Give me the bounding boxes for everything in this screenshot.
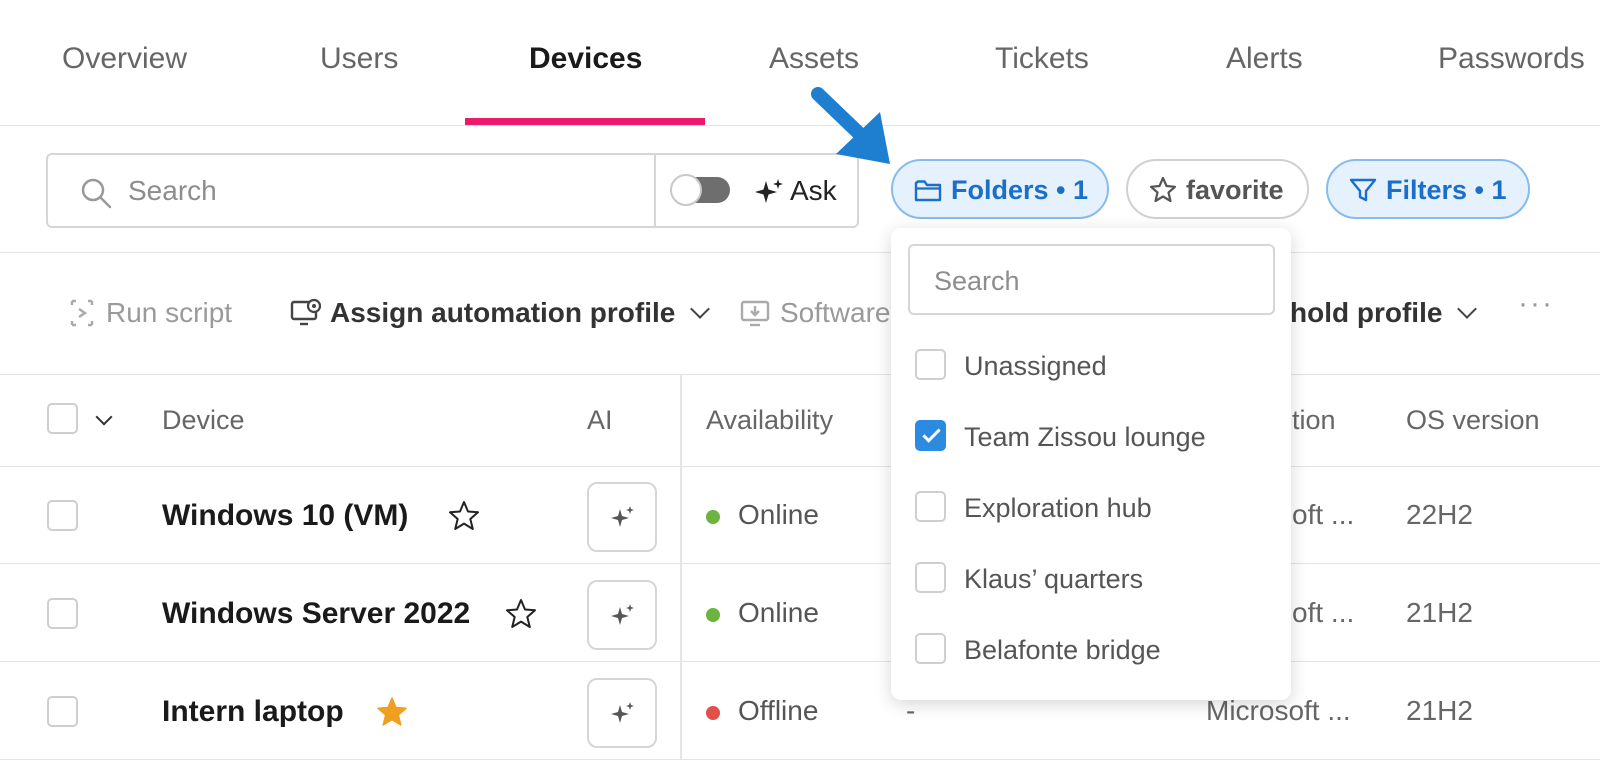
sparkle-icon (611, 506, 634, 527)
online-status-dot (706, 608, 720, 622)
device-name[interactable]: Windows Server 2022 (162, 597, 470, 631)
tab-overview[interactable]: Overview (62, 42, 187, 76)
folder-option-label: Exploration hub (964, 493, 1152, 523)
os-family-cell: oft ... (1292, 597, 1355, 628)
download-monitor-icon (740, 300, 770, 327)
device-name[interactable]: Intern laptop (162, 695, 344, 729)
chevron-down-icon (690, 299, 711, 319)
column-header-ai[interactable]: AI (587, 405, 613, 436)
ai-assist-button[interactable] (587, 580, 657, 650)
search-input[interactable]: Search Ask (46, 153, 859, 228)
folder-search-placeholder: Search (934, 266, 1020, 296)
folder-option[interactable]: Klaus’ quarters (915, 554, 1275, 604)
folder-option[interactable]: Team Zissou lounge (915, 412, 1275, 462)
ai-assist-button[interactable] (587, 482, 657, 552)
chevron-down-icon[interactable] (95, 408, 113, 426)
ai-assist-button[interactable] (587, 678, 657, 748)
table-header: Device AI Availability tion OS version (0, 375, 1600, 467)
folders-chip-label: Folders • 1 (951, 175, 1088, 205)
search-divider (654, 155, 656, 226)
favorite-filter-chip[interactable]: favorite (1126, 159, 1309, 219)
table-row[interactable]: Windows 10 (VM) Online oft ... 22H2 (0, 467, 1600, 564)
column-header-device[interactable]: Device (162, 405, 245, 436)
search-icon (81, 178, 112, 209)
run-script-label: Run script (106, 297, 233, 328)
bulk-actions-bar: Run script Assign automation profile Sof… (0, 253, 1600, 375)
star-filled-icon[interactable] (375, 695, 409, 729)
sparkle-icon (611, 702, 634, 723)
tab-passwords[interactable]: Passwords (1438, 42, 1585, 76)
pointer-arrow-icon (811, 87, 890, 164)
hold-profile-label: hold profile (1290, 297, 1443, 328)
software-label: Software (780, 297, 891, 328)
row-checkbox[interactable] (47, 696, 78, 727)
star-icon (1149, 176, 1177, 203)
tab-alerts[interactable]: Alerts (1226, 42, 1303, 76)
folders-filter-chip[interactable]: Folders • 1 (891, 159, 1109, 219)
availability-status: Offline (738, 695, 819, 726)
folder-checkbox[interactable] (915, 491, 946, 522)
folder-icon (914, 180, 942, 202)
ask-ai-toggle[interactable] (670, 174, 730, 206)
os-family-cell: oft ... (1292, 499, 1355, 530)
os-version-cell: 22H2 (1406, 499, 1473, 530)
folder-checkbox[interactable] (915, 633, 946, 664)
folder-option-label: Klaus’ quarters (964, 564, 1144, 594)
search-placeholder: Search (128, 175, 217, 206)
column-header-location[interactable]: tion (1292, 405, 1336, 436)
os-version-cell: 21H2 (1406, 597, 1473, 628)
folder-option-label: Belafonte bridge (964, 635, 1161, 665)
folder-option[interactable]: Exploration hub (915, 483, 1275, 533)
folder-option[interactable]: Unassigned (915, 341, 1275, 391)
folder-checkbox[interactable] (915, 349, 946, 380)
tab-bar: Overview Users Devices Assets Tickets Al… (0, 0, 1600, 126)
row-checkbox[interactable] (47, 500, 78, 531)
folder-option[interactable]: Belafonte bridge (915, 625, 1275, 675)
availability-status: Online (738, 499, 819, 530)
sparkle-icon (611, 604, 634, 625)
os-version-cell: 21H2 (1406, 695, 1473, 726)
devices-table: Device AI Availability tion OS version W… (0, 375, 1600, 760)
script-icon (70, 299, 94, 327)
sparkle-icon (755, 179, 783, 203)
tab-tickets[interactable]: Tickets (995, 42, 1089, 76)
search-toolbar: Search Ask Folders • 1 favorite Filters … (0, 126, 1600, 253)
more-actions-button[interactable]: ··· (1518, 287, 1554, 321)
assign-profile-label: Assign automation profile (330, 297, 711, 329)
folder-search-input[interactable]: Search (908, 244, 1275, 315)
star-outline-icon[interactable] (504, 597, 538, 631)
folder-checkbox-checked[interactable] (915, 420, 946, 451)
online-status-dot (706, 510, 720, 524)
column-header-availability[interactable]: Availability (706, 405, 833, 436)
filters-chip-label: Filters • 1 (1386, 175, 1507, 205)
monitor-gear-icon (290, 298, 322, 326)
star-outline-icon[interactable] (447, 499, 481, 533)
offline-status-dot (706, 706, 720, 720)
filter-icon (1349, 178, 1377, 202)
checkmark-icon (922, 424, 941, 443)
row-checkbox[interactable] (47, 598, 78, 629)
tab-users[interactable]: Users (320, 42, 398, 76)
filters-chip[interactable]: Filters • 1 (1326, 159, 1530, 219)
folder-option-label: Unassigned (964, 351, 1107, 381)
folders-dropdown: Search Unassigned Team Zissou lounge Exp… (891, 228, 1291, 700)
active-tab-indicator (465, 118, 705, 125)
table-row[interactable]: Intern laptop Offline - Microsoft ... 21… (0, 663, 1600, 760)
tab-devices[interactable]: Devices (529, 42, 642, 76)
folder-checkbox[interactable] (915, 562, 946, 593)
column-header-os-version[interactable]: OS version (1406, 405, 1540, 436)
device-name[interactable]: Windows 10 (VM) (162, 499, 408, 533)
availability-status: Online (738, 597, 819, 628)
chevron-down-icon (1457, 299, 1478, 319)
favorite-chip-label: favorite (1186, 175, 1284, 205)
table-row[interactable]: Windows Server 2022 Online oft ... 21H2 (0, 565, 1600, 662)
hold-profile-button[interactable]: hold profile (1290, 297, 1478, 329)
toggle-knob (670, 174, 702, 206)
tab-assets[interactable]: Assets (769, 42, 859, 76)
folder-option-label: Team Zissou lounge (964, 422, 1206, 452)
select-all-checkbox[interactable] (47, 403, 78, 434)
